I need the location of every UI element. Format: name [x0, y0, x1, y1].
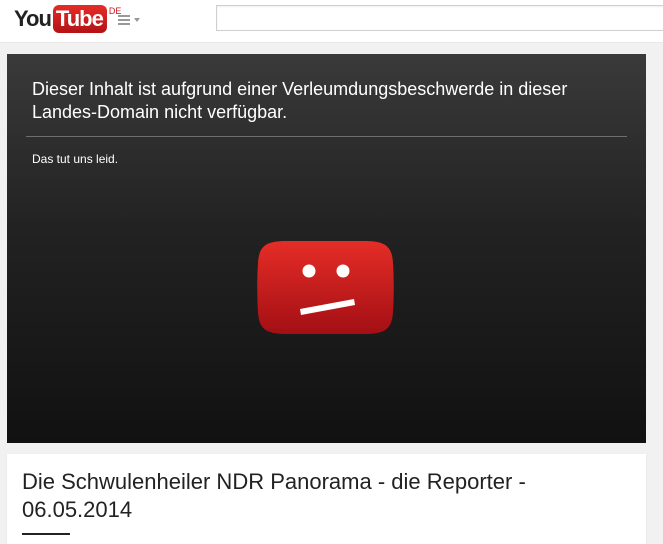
youtube-logo[interactable]: You Tube DE: [14, 5, 121, 33]
video-title: Die Schwulenheiler NDR Panorama - die Re…: [22, 469, 526, 522]
logo-you-text: You: [14, 6, 52, 31]
logo-tube-text: Tube: [52, 5, 107, 33]
sad-youtube-logo-icon: [257, 241, 394, 334]
search-input[interactable]: [216, 5, 663, 31]
divider: [26, 136, 627, 137]
video-player[interactable]: Dieser Inhalt ist aufgrund einer Verleum…: [7, 54, 646, 443]
guide-menu-button[interactable]: [116, 12, 144, 28]
chevron-down-icon: [134, 18, 140, 22]
unavailable-message: Dieser Inhalt ist aufgrund einer Verleum…: [32, 79, 568, 122]
masthead: You Tube DE: [0, 0, 663, 43]
apology-text: Das tut uns leid.: [32, 152, 119, 166]
video-title-card: Die Schwulenheiler NDR Panorama - die Re…: [7, 454, 646, 544]
